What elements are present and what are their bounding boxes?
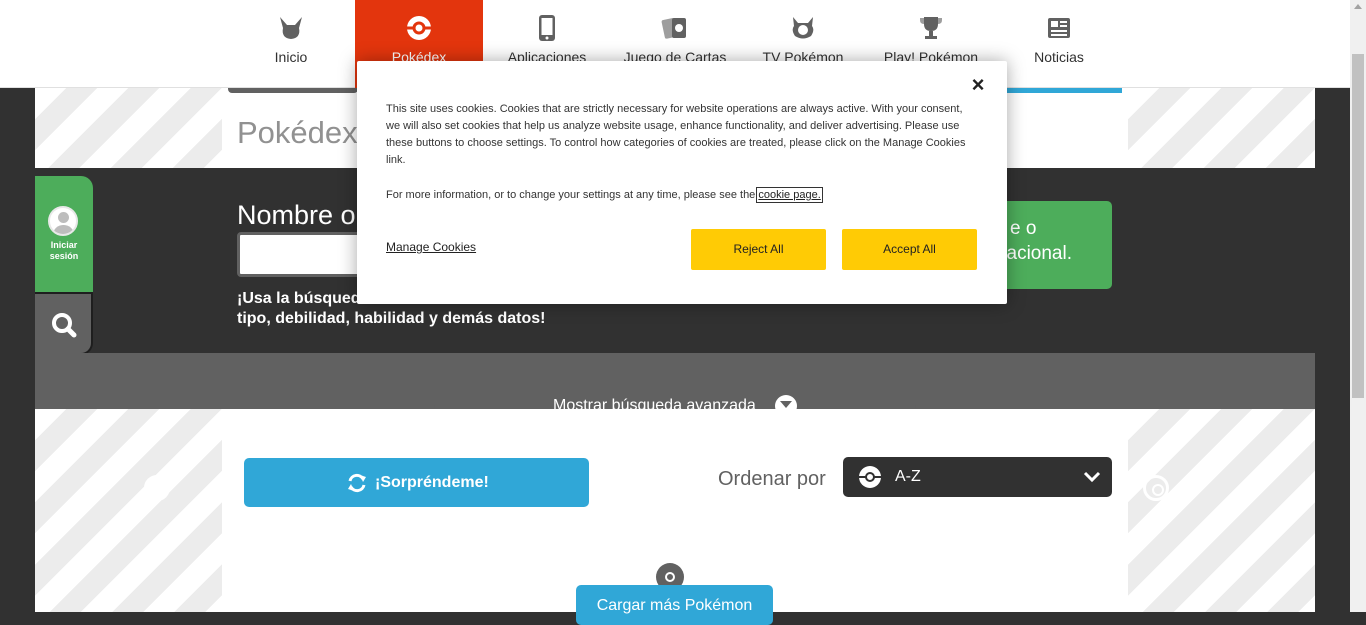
- pokeball-decor-icon: [1143, 475, 1169, 501]
- pokeball-icon: [407, 16, 431, 40]
- pokeball-decor-icon: [144, 475, 170, 501]
- phone-icon: [539, 15, 555, 41]
- surprise-label: ¡Sorpréndeme!: [375, 474, 489, 491]
- search-icon: [52, 313, 77, 338]
- login-line: Iniciar: [50, 240, 78, 250]
- tv-icon: [792, 17, 814, 39]
- background-pattern: [1128, 409, 1315, 612]
- newspaper-icon: [1048, 18, 1070, 38]
- cookie-description: This site uses cookies. Cookies that are…: [386, 103, 966, 166]
- sort-value: A-Z: [895, 468, 921, 485]
- pikachu-icon: [280, 17, 302, 39]
- nav-label: Noticias: [1034, 49, 1084, 65]
- load-more-label: Cargar más Pokémon: [596, 597, 753, 614]
- accept-all-button[interactable]: Accept All: [842, 229, 977, 270]
- user-avatar-icon: [48, 206, 78, 236]
- background-pattern: [1128, 88, 1315, 168]
- surprise-me-button[interactable]: ¡Sorpréndeme!: [244, 458, 589, 507]
- nav-item-noticias[interactable]: Noticias: [995, 0, 1123, 88]
- login-label: Iniciar sesión: [35, 240, 93, 262]
- scroll-up-arrow-icon[interactable]: [1354, 4, 1362, 9]
- nav-label: Inicio: [274, 49, 308, 65]
- nav-item-inicio[interactable]: Inicio: [227, 0, 355, 88]
- help-line: tipo, debilidad, habilidad y demás datos…: [237, 310, 546, 327]
- reject-all-button[interactable]: Reject All: [691, 229, 826, 270]
- page-title: Pokédex: [237, 115, 358, 150]
- login-button[interactable]: Iniciar sesión: [35, 176, 93, 292]
- decorative-line: [1002, 88, 1122, 93]
- cookie-consent-dialog: × This site uses cookies. Cookies that a…: [357, 61, 1007, 304]
- load-more-button[interactable]: Cargar más Pokémon: [576, 585, 773, 625]
- cards-icon: [661, 18, 686, 39]
- decorative-line: [228, 88, 358, 93]
- chevron-down-icon: [1083, 471, 1101, 483]
- manage-cookies-link[interactable]: Manage Cookies: [386, 240, 476, 254]
- sort-label: Ordenar por: [718, 468, 826, 490]
- close-icon[interactable]: ×: [968, 74, 988, 96]
- cookie-more-info-text: For more information, or to change your …: [386, 189, 756, 201]
- trophy-icon: [920, 17, 942, 39]
- cookie-more-info: For more information, or to change your …: [386, 187, 976, 204]
- page-scrollbar[interactable]: [1350, 0, 1366, 612]
- sort-select[interactable]: A-Z: [843, 457, 1112, 497]
- background-pattern: [35, 409, 222, 612]
- login-line: sesión: [49, 251, 79, 261]
- refresh-icon: [348, 473, 366, 493]
- scrollbar-thumb[interactable]: [1352, 54, 1364, 398]
- cookie-page-link[interactable]: cookie page.: [756, 187, 823, 203]
- pokeball-icon: [859, 466, 881, 488]
- background-pattern: [35, 88, 222, 168]
- search-input[interactable]: [237, 232, 377, 277]
- side-search-button[interactable]: [35, 292, 93, 355]
- search-heading: Nombre o: [237, 200, 356, 230]
- info-line: e o: [1010, 218, 1037, 239]
